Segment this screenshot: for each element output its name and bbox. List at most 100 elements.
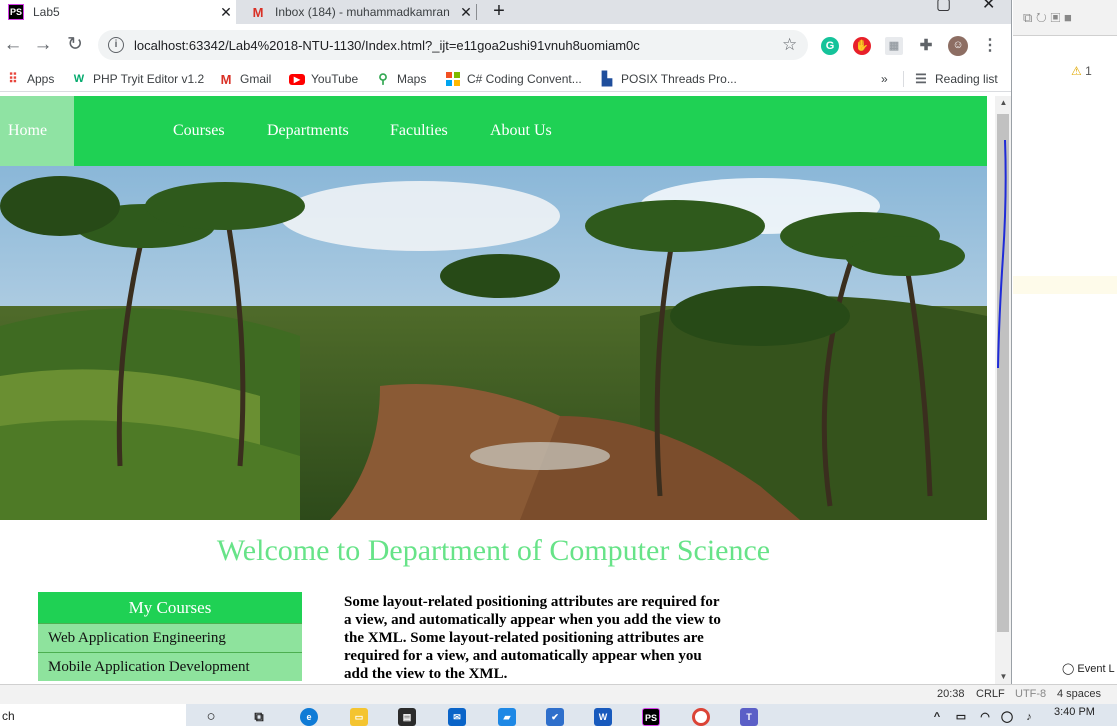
course-item[interactable]: Mobile Application Development — [38, 652, 302, 681]
search-icon[interactable]: ○ — [202, 708, 220, 726]
word-icon[interactable]: W — [594, 708, 612, 726]
grammarly-icon[interactable]: G — [821, 37, 839, 55]
close-icon[interactable]: ✕ — [456, 4, 476, 21]
course-item[interactable]: Web Application Engineering — [38, 623, 302, 652]
reading-list-button[interactable]: ☰ Reading list — [913, 69, 998, 89]
wifi-icon[interactable]: ◠ — [976, 708, 994, 726]
tab-gmail-inbox[interactable]: M Inbox (184) - muhammadkamran ✕ — [240, 0, 476, 24]
indent-setting[interactable]: 4 spaces — [1057, 688, 1101, 700]
page-viewport: Home Courses Departments Faculties About… — [0, 96, 987, 686]
caret-position[interactable]: 20:38 — [937, 688, 965, 700]
volume-icon[interactable]: ♪ — [1020, 708, 1038, 726]
bookmark-label: POSIX Threads Pro... — [621, 72, 737, 86]
info-icon[interactable]: i — [108, 37, 124, 53]
bookmark-label: C# Coding Convent... — [467, 72, 582, 86]
warning-icon: ⚠ — [1071, 64, 1082, 78]
bookmark-csharp-conventions[interactable]: C# Coding Convent... — [445, 69, 582, 89]
close-icon[interactable]: ✕ — [216, 4, 236, 21]
bookmark-label: PHP Tryit Editor v1.2 — [93, 72, 205, 86]
tab-title: Lab5 — [33, 5, 60, 19]
ide-background-window: ⧉ ↻ ▣ ■ — [1013, 0, 1117, 706]
scroll-down-icon[interactable]: ▼ — [998, 672, 1009, 681]
ide-toolbar: ⧉ ↻ ▣ ■ — [1013, 0, 1117, 36]
teams-icon[interactable]: T — [740, 708, 758, 726]
window-close-icon[interactable]: ✕ — [982, 0, 995, 14]
edge-icon[interactable]: e — [300, 708, 318, 726]
bookmark-label: Gmail — [240, 72, 272, 86]
bookmark-gmail[interactable]: M Gmail — [218, 69, 272, 89]
file-explorer-icon[interactable]: ▭ — [350, 708, 368, 726]
reading-list-icon: ☰ — [915, 71, 927, 86]
sync-icon[interactable]: ◯ — [998, 708, 1016, 726]
event-log-label: Event L — [1077, 663, 1115, 675]
bookmarks-bar: ⠿ Apps W PHP Tryit Editor v1.2 M Gmail ▶… — [0, 66, 1011, 92]
maximize-icon[interactable]: ▢ — [936, 0, 951, 14]
apps-grid-icon: ⠿ — [8, 71, 18, 86]
store-icon[interactable]: ▤ — [398, 708, 416, 726]
intro-paragraph: Some layout-related positioning attribut… — [344, 594, 721, 682]
browser-toolbar: ← → ↻ i localhost:63342/Lab4%2018-NTU-11… — [0, 24, 1011, 66]
url-text[interactable]: localhost:63342/Lab4%2018-NTU-1130/Index… — [134, 38, 782, 53]
back-arrow-icon[interactable]: ← — [2, 34, 24, 56]
more-bookmarks-button[interactable]: » — [881, 69, 888, 89]
task-view-icon[interactable]: ⧉ — [250, 708, 268, 726]
address-bar[interactable]: i localhost:63342/Lab4%2018-NTU-1130/Ind… — [98, 30, 808, 60]
nav-faculties-link[interactable]: Faculties — [390, 96, 448, 166]
ide-highlighted-line — [1013, 276, 1117, 294]
new-tab-button[interactable]: + — [488, 0, 510, 24]
bookmark-youtube[interactable]: ▶ YouTube — [289, 69, 358, 89]
bookmark-label: YouTube — [311, 72, 359, 86]
app-icon[interactable]: ▰ — [498, 708, 516, 726]
bookmark-maps[interactable]: ⚲ Maps — [375, 69, 426, 89]
my-courses-panel: My Courses Web Application Engineering M… — [38, 592, 302, 681]
ide-warning-indicator[interactable]: ⚠ 1 — [1071, 64, 1092, 78]
todo-icon[interactable]: ✔ — [546, 708, 564, 726]
bookmark-divider — [903, 71, 904, 87]
nav-courses-link[interactable]: Courses — [173, 96, 225, 166]
taskbar-search-box[interactable]: ch — [0, 704, 186, 726]
reload-icon[interactable]: ↻ — [64, 34, 86, 56]
chrome-icon[interactable] — [692, 708, 710, 726]
gmail-icon: M — [220, 71, 232, 87]
bookmark-apps[interactable]: ⠿ Apps — [5, 69, 54, 89]
phpstorm-icon[interactable]: PS — [642, 708, 660, 726]
my-courses-title: My Courses — [38, 592, 302, 623]
adblock-icon[interactable]: ✋ — [853, 37, 871, 55]
bookmark-label: Apps — [27, 72, 55, 86]
bookmark-posix-threads[interactable]: ▙ POSIX Threads Pro... — [599, 69, 737, 89]
profile-avatar[interactable]: ☺ — [948, 36, 968, 56]
extensions-puzzle-icon[interactable]: ✚ — [917, 37, 935, 55]
taskbar-clock[interactable]: 3:40 PM — [1054, 706, 1095, 718]
forward-arrow-icon[interactable]: → — [32, 34, 54, 56]
welcome-heading: Welcome to Department of Computer Scienc… — [216, 534, 771, 567]
warning-count: 1 — [1085, 64, 1092, 78]
extension-placeholder-icon[interactable]: ▦ — [885, 37, 903, 55]
file-encoding[interactable]: UTF-8 — [1015, 688, 1046, 700]
search-text[interactable]: ch — [2, 709, 15, 723]
mail-icon[interactable]: ✉ — [448, 708, 466, 726]
gmail-icon: M — [252, 4, 264, 20]
nav-about-us-link[interactable]: About Us — [490, 96, 552, 166]
browser-window: PS Lab5 ✕ M Inbox (184) - muhammadkamran… — [0, 0, 1012, 686]
kebab-menu-icon[interactable]: ⋮ — [981, 37, 999, 55]
event-log-icon: ◯ — [1062, 663, 1075, 675]
nav-departments-link[interactable]: Departments — [267, 96, 349, 166]
bookmark-php-tryit[interactable]: W PHP Tryit Editor v1.2 — [71, 69, 204, 89]
microsoft-icon — [445, 71, 461, 87]
ide-toolbar-icons[interactable]: ⧉ ↻ ▣ ■ — [1023, 10, 1072, 26]
windows-taskbar: ch ○ ⧉ e ▭ ▤ ✉ ▰ ✔ W PS T ^ ▭ ◠ ◯ ♪ 3:40… — [0, 704, 1117, 726]
tray-chevron-icon[interactable]: ^ — [928, 708, 946, 726]
llnl-icon: ▙ — [602, 71, 612, 86]
nav-home-link[interactable]: Home — [0, 96, 74, 166]
bookmark-star-icon[interactable]: ☆ — [782, 35, 808, 55]
tab-lab5[interactable]: PS Lab5 ✕ — [0, 0, 236, 24]
battery-icon[interactable]: ▭ — [952, 708, 970, 726]
pen-stroke-annotation — [997, 139, 1007, 369]
phpstorm-icon: PS — [8, 4, 24, 20]
line-separator[interactable]: CRLF — [976, 688, 1005, 700]
event-log-button[interactable]: ◯ Event L — [1062, 662, 1115, 675]
bookmark-label: Maps — [397, 72, 427, 86]
site-navbar: Home Courses Departments Faculties About… — [0, 96, 987, 166]
ide-status-bar: 20:38 CRLF UTF-8 4 spaces — [0, 684, 1117, 704]
reading-list-label: Reading list — [935, 72, 998, 86]
